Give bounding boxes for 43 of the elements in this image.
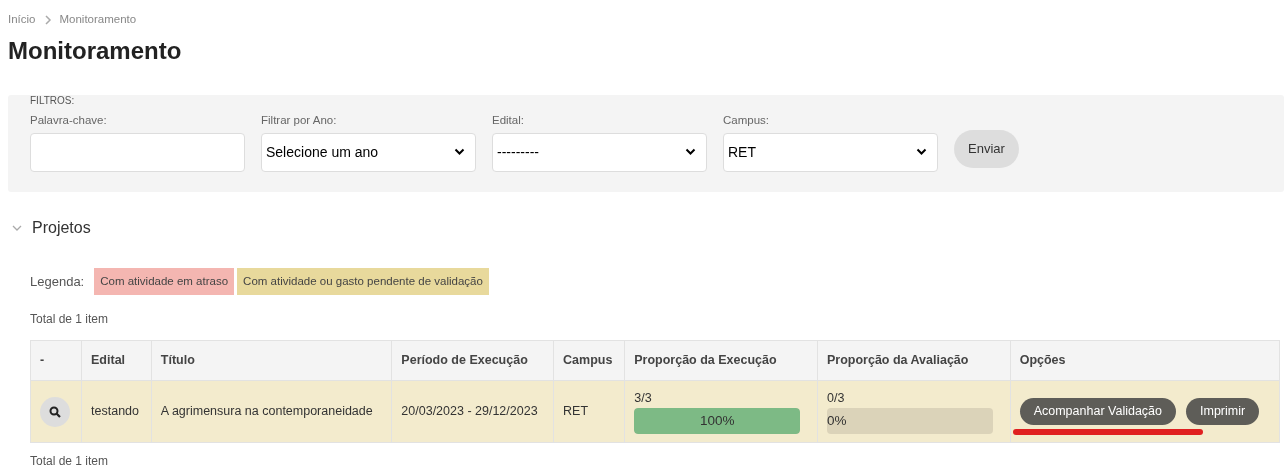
column-header: Título — [151, 340, 392, 381]
column-header: Período de Execução — [391, 340, 554, 381]
dropdown-caret-icon — [685, 148, 696, 157]
table-cell: 20/03/2023 - 29/12/2023 — [391, 380, 554, 443]
filter-legend: FILTROS: — [30, 93, 75, 109]
table-cell: RET — [553, 380, 625, 443]
search-button[interactable] — [40, 396, 70, 427]
progress-count: 3/3 — [634, 390, 653, 408]
total-count: Total de 1 item — [30, 311, 110, 329]
progress-reading: 100% — [698, 412, 736, 431]
search-icon — [49, 405, 61, 418]
progress-reading: 0% — [826, 412, 847, 431]
column-header: - — [30, 340, 82, 381]
column-header: Opções — [1010, 340, 1280, 381]
table-cell: testando — [81, 380, 152, 443]
select-field[interactable]: RET — [723, 132, 938, 172]
column-header: Campus — [553, 340, 625, 381]
progress-count: 0/3 — [826, 390, 846, 408]
total-count: Total de 1 item — [30, 453, 110, 471]
breadcrumb-link[interactable]: Início — [8, 11, 36, 29]
column-header: Proporção da Execução — [624, 340, 818, 381]
select-field[interactable]: --------- — [492, 132, 707, 172]
dropdown-caret-icon — [454, 148, 465, 157]
legend-label: Legenda: — [30, 272, 85, 291]
option-button[interactable]: Imprimir — [1186, 398, 1260, 426]
column-header: Proporção da Avaliação — [817, 340, 1011, 381]
field-label: Campus: — [723, 112, 771, 128]
table-cell: A agrimensura na contemporaneidade — [151, 380, 392, 443]
legend-tag: Com atividade em atraso — [94, 268, 235, 296]
dropdown-caret-icon — [916, 148, 927, 157]
input-field[interactable] — [30, 132, 245, 172]
section-title[interactable]: Projetos — [32, 216, 91, 241]
field-label: Palavra-chave: — [30, 112, 108, 128]
field-label: Edital: — [492, 112, 525, 128]
option-button[interactable]: Acompanhar Validação — [1019, 398, 1176, 426]
breadcrumb-link[interactable]: Monitoramento — [59, 11, 137, 29]
page-title: Monitoramento — [8, 37, 183, 67]
column-header: Edital — [81, 340, 152, 381]
legend-tag: Com atividade ou gasto pendente de validação — [237, 268, 489, 296]
field-label: Filtrar por Ano: — [261, 112, 338, 128]
submit-button[interactable]: Enviar — [954, 129, 1019, 168]
chevron-icon — [43, 13, 52, 26]
select-field[interactable]: Selecione um ano — [261, 132, 476, 172]
